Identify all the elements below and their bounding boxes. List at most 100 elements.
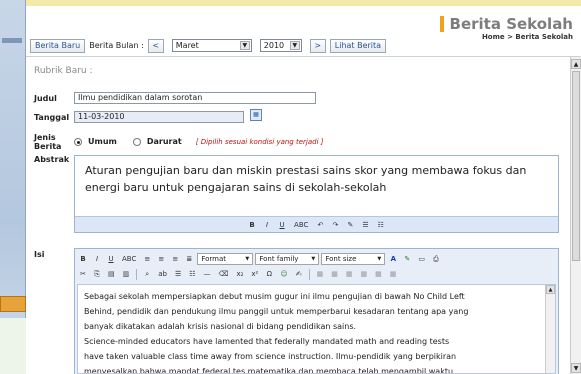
isi-content[interactable]: Sebagai sekolah mempersiapkan debut musi… xyxy=(77,284,556,374)
berita-baru-button[interactable]: Berita Baru xyxy=(30,38,86,53)
toolbar-separator xyxy=(308,268,310,280)
isi-scrollbar[interactable]: ▲ xyxy=(545,285,555,373)
horizontal-rule-icon[interactable]: — xyxy=(201,268,214,280)
table-row-icon[interactable]: ▦ xyxy=(328,268,341,280)
radio-umum-label: Umum xyxy=(88,137,117,146)
redo-icon[interactable]: ↷ xyxy=(329,219,341,231)
isi-label: Isi xyxy=(34,250,45,259)
chevron-down-icon: ▼ xyxy=(239,41,250,50)
subscript-icon[interactable]: x₂ xyxy=(233,268,246,280)
year-value: 2010 xyxy=(263,41,285,50)
jenis-label-line1: Jenis xyxy=(34,133,56,142)
undo-icon[interactable]: ↶ xyxy=(314,219,326,231)
image-icon[interactable]: ▭ xyxy=(415,253,428,265)
font-family-value: Font family xyxy=(259,255,299,263)
numbered-list-icon[interactable]: ☷ xyxy=(186,268,198,280)
cut-icon[interactable]: ✂ xyxy=(77,268,89,280)
bold-button[interactable]: B xyxy=(246,219,258,231)
abstrak-label: Abstrak xyxy=(34,155,70,164)
chevron-down-icon: ▼ xyxy=(289,41,300,50)
bullet-list-icon[interactable]: ☰ xyxy=(359,219,371,231)
isi-line: have taken valuable class time away from… xyxy=(84,352,457,361)
news-navigation: Berita Baru Berita Bulan : < Maret ▼ 201… xyxy=(30,38,387,53)
paste-icon[interactable]: ▤ xyxy=(105,268,118,280)
superscript-icon[interactable]: x² xyxy=(248,268,261,280)
highlight-color-icon[interactable]: ✎ xyxy=(401,253,413,265)
italic-button[interactable]: I xyxy=(261,219,273,231)
scroll-up-icon[interactable]: ▲ xyxy=(571,59,581,69)
font-color-icon[interactable]: A xyxy=(387,253,399,265)
font-size-select[interactable]: Font size ▼ xyxy=(321,253,386,265)
page-scrollbar[interactable]: ▲ ▼ xyxy=(570,57,581,374)
underline-button[interactable]: U xyxy=(276,219,288,231)
table-icon[interactable]: ▦ xyxy=(314,268,327,280)
tanggal-field[interactable]: 11-03-2010 xyxy=(74,111,244,123)
next-month-button[interactable]: > xyxy=(309,38,326,53)
jenis-label-line2: Berita xyxy=(34,142,62,151)
breadcrumb: Home > Berita Sekolah xyxy=(481,33,573,41)
isi-text[interactable]: Sebagai sekolah mempersiapkan debut musi… xyxy=(78,285,555,373)
align-center-icon[interactable]: ≡ xyxy=(155,253,167,265)
abstrak-editor[interactable]: Aturan pengujian baru dan miskin prestas… xyxy=(74,155,559,233)
find-icon[interactable]: ⌕ xyxy=(141,268,153,280)
strikethrough-button[interactable]: ABC xyxy=(119,253,139,265)
jenis-berita-label: Jenis Berita xyxy=(34,133,61,151)
judul-label: Judul xyxy=(34,94,57,103)
scroll-thumb[interactable] xyxy=(572,71,580,261)
chevron-down-icon: ▼ xyxy=(245,256,250,262)
underline-button[interactable]: U xyxy=(105,253,117,265)
font-family-select[interactable]: Font family ▼ xyxy=(255,253,320,265)
scroll-down-icon[interactable]: ▼ xyxy=(571,363,581,373)
berita-bulan-label: Berita Bulan : xyxy=(89,41,144,50)
isi-editor[interactable]: B I U ABC ≡ ≡ ≡ ≣ Format ▼ Font family ▼… xyxy=(74,248,559,374)
align-right-icon[interactable]: ≡ xyxy=(169,253,181,265)
align-left-icon[interactable]: ≡ xyxy=(141,253,153,265)
year-select[interactable]: 2010 ▼ xyxy=(259,39,302,52)
copy-icon[interactable]: ⎘ xyxy=(91,268,103,280)
section-title: Rubrik Baru : xyxy=(34,66,93,76)
abstrak-text[interactable]: Aturan pengujian baru dan miskin prestas… xyxy=(75,156,558,202)
eraser-icon[interactable]: ⌫ xyxy=(216,268,232,280)
radio-umum[interactable] xyxy=(74,137,82,146)
table-merge-icon[interactable]: ▦ xyxy=(358,268,371,280)
chevron-down-icon: ▼ xyxy=(311,256,316,262)
edit-html-icon[interactable]: ✍ xyxy=(293,268,305,280)
bold-button[interactable]: B xyxy=(77,253,89,265)
background-desktop xyxy=(0,0,26,374)
bullet-list-icon[interactable]: ☰ xyxy=(172,268,184,280)
jenis-radio-group: Umum Darurat [ Dipilih sesuai kondisi ya… xyxy=(74,137,323,146)
brand-block: Berita Sekolah Home > Berita Sekolah xyxy=(439,16,573,41)
cleanup-icon[interactable]: ✎ xyxy=(344,219,356,231)
table-split-icon[interactable]: ▦ xyxy=(372,268,385,280)
month-value: Maret xyxy=(175,41,199,50)
emoticon-icon[interactable]: ☺ xyxy=(277,268,290,280)
radio-darurat[interactable] xyxy=(132,137,141,146)
lihat-berita-button[interactable]: Lihat Berita xyxy=(329,38,387,53)
radio-darurat-label: Darurat xyxy=(146,137,182,146)
jenis-hint: [ Dipilih sesuai kondisi yang terjadi ] xyxy=(195,137,324,146)
calendar-icon[interactable]: ▦ xyxy=(250,109,262,121)
month-select[interactable]: Maret ▼ xyxy=(171,39,252,52)
strikethrough-button[interactable]: ABC xyxy=(291,219,311,231)
paste-word-icon[interactable]: ▥ xyxy=(120,268,133,280)
replace-icon[interactable]: ab xyxy=(155,268,170,280)
abstrak-toolbar: B I U ABC ↶ ↷ ✎ ☰ ☷ xyxy=(75,216,558,232)
isi-line: Science-minded educators have lamented t… xyxy=(84,337,450,346)
judul-field[interactable]: Ilmu pendidikan dalam sorotan xyxy=(74,92,316,104)
table-delete-icon[interactable]: ▦ xyxy=(387,268,400,280)
format-select[interactable]: Format ▼ xyxy=(197,253,254,265)
italic-button[interactable]: I xyxy=(91,253,103,265)
print-icon[interactable]: ⎙ xyxy=(430,253,442,265)
font-size-value: Font size xyxy=(325,255,357,263)
prev-month-button[interactable]: < xyxy=(147,38,164,53)
align-justify-icon[interactable]: ≣ xyxy=(183,253,195,265)
toolbar-separator xyxy=(136,268,138,280)
isi-toolbar-row-1: B I U ABC ≡ ≡ ≡ ≣ Format ▼ Font family ▼… xyxy=(77,252,442,266)
table-cell-icon[interactable]: ▦ xyxy=(343,268,356,280)
scroll-up-icon[interactable]: ▲ xyxy=(546,285,555,294)
numbered-list-icon[interactable]: ☷ xyxy=(375,219,387,231)
desktop-icon xyxy=(0,296,26,312)
special-char-icon[interactable]: Ω xyxy=(263,268,275,280)
form-panel: Rubrik Baru : Judul Ilmu pendidikan dala… xyxy=(26,56,581,374)
isi-line: Sebagai sekolah mempersiapkan debut musi… xyxy=(84,292,465,301)
